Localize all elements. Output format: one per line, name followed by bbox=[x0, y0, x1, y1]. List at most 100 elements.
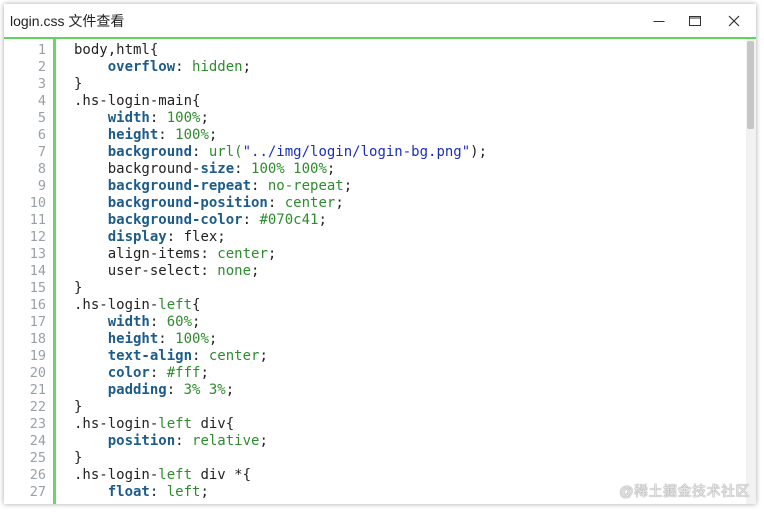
code-line[interactable]: .hs-login-left div *{ bbox=[74, 467, 487, 484]
code-token-punct: ; bbox=[200, 484, 209, 500]
code-line[interactable]: } bbox=[74, 450, 487, 467]
code-token-value: center bbox=[217, 246, 268, 262]
code-token-punct: ; bbox=[200, 110, 209, 126]
code-token-punct: : bbox=[192, 144, 209, 160]
line-number: 8 bbox=[37, 161, 46, 177]
minimize-button[interactable] bbox=[646, 9, 672, 33]
line-number: 26 bbox=[29, 467, 46, 483]
line-number: 23 bbox=[29, 416, 46, 432]
line-number: 19 bbox=[29, 348, 46, 364]
code-token-prop: background-color bbox=[107, 212, 243, 228]
line-number: 25 bbox=[29, 450, 46, 466]
code-line[interactable]: height: 100%; bbox=[74, 127, 487, 144]
code-token-punct: ; bbox=[259, 348, 268, 364]
code-token-punct: : bbox=[251, 178, 268, 194]
code-token-selector: .hs-login- bbox=[74, 416, 159, 432]
vertical-scrollbar[interactable] bbox=[746, 39, 756, 504]
code-line[interactable]: background-repeat: no-repeat; bbox=[74, 178, 487, 195]
code-token-prop: padding bbox=[107, 382, 167, 398]
code-editor[interactable]: 1 2 3 4 5 6 7 8 9 10 11 12 13 14 15 16 17 18 19 20 21 22 23 24 2… bbox=[4, 39, 756, 504]
code-token-punct: : bbox=[267, 195, 285, 211]
window-title: login.css 文件查看 bbox=[10, 13, 125, 29]
code-line[interactable]: align-items: center; bbox=[74, 246, 487, 263]
code-token-value: relative bbox=[192, 433, 260, 449]
line-number: 14 bbox=[29, 263, 46, 279]
code-token-punct: ; bbox=[267, 246, 277, 262]
minimize-icon bbox=[653, 21, 665, 22]
code-line[interactable]: color: #fff; bbox=[74, 365, 487, 382]
code-line[interactable]: } bbox=[74, 280, 487, 297]
code-token-punct: div{ bbox=[192, 416, 235, 432]
code-token-prop: float bbox=[107, 484, 150, 500]
maximize-icon bbox=[689, 16, 701, 26]
close-button[interactable] bbox=[721, 9, 747, 33]
code-line[interactable]: body,html{ bbox=[74, 42, 487, 59]
code-token-selector: .hs-login- bbox=[74, 297, 159, 313]
code-token-punct: ; bbox=[251, 263, 260, 279]
line-number: 24 bbox=[29, 433, 46, 449]
code-line[interactable]: .hs-login-left{ bbox=[74, 297, 487, 314]
line-number: 21 bbox=[29, 382, 46, 398]
code-line[interactable]: float: left; bbox=[74, 484, 487, 501]
line-number: 1 bbox=[37, 42, 46, 58]
code-line[interactable]: .hs-login-main{ bbox=[74, 93, 487, 110]
code-line[interactable]: .hs-login-left div{ bbox=[74, 416, 487, 433]
maximize-button[interactable] bbox=[682, 9, 708, 33]
code-line[interactable]: overflow: hidden; bbox=[74, 59, 487, 76]
code-token-prop: color bbox=[107, 365, 150, 381]
code-token-value: 60% bbox=[166, 314, 193, 330]
code-line[interactable]: width: 100%; bbox=[74, 110, 487, 127]
line-number: 10 bbox=[29, 195, 46, 211]
line-number: 12 bbox=[29, 229, 46, 245]
code-token-prop: size bbox=[200, 161, 235, 177]
line-number: 9 bbox=[37, 178, 46, 194]
code-token-selector: .hs-login- bbox=[74, 467, 159, 483]
code-line[interactable]: width: 60%; bbox=[74, 314, 487, 331]
code-token-value: #fff bbox=[166, 365, 201, 381]
code-line[interactable]: background-position: center; bbox=[74, 195, 487, 212]
code-line[interactable]: user-select: none; bbox=[74, 263, 487, 280]
code-token-value: center bbox=[284, 195, 336, 211]
code-line[interactable]: } bbox=[74, 76, 487, 93]
code-token-prop: height bbox=[107, 127, 159, 143]
code-token-value: hidden bbox=[192, 59, 243, 75]
code-line[interactable]: padding: 3% 3%; bbox=[74, 382, 487, 399]
code-token-prop: position bbox=[107, 433, 176, 449]
code-token-punct: : bbox=[149, 314, 167, 330]
code-line[interactable]: background-size: 100% 100%; bbox=[74, 161, 487, 178]
code-token-punct: div *{ bbox=[192, 467, 252, 483]
code-token-value: 3% 3% bbox=[183, 382, 226, 398]
code-line[interactable]: } bbox=[74, 399, 487, 416]
code-token-punct: : bbox=[158, 127, 176, 143]
code-token-value: url( bbox=[208, 144, 243, 160]
code-token-punct: : bbox=[158, 331, 176, 347]
code-token-value: left bbox=[158, 416, 193, 432]
scrollbar-thumb[interactable] bbox=[747, 41, 754, 129]
code-line[interactable]: display: flex; bbox=[74, 229, 487, 246]
code-token-punct: ); bbox=[470, 144, 488, 160]
code-token-punct: : bbox=[175, 59, 193, 75]
code-token-punct: ; bbox=[242, 59, 252, 75]
title-bar[interactable]: login.css 文件查看 bbox=[4, 4, 756, 37]
code-line[interactable]: position: relative; bbox=[74, 433, 487, 450]
code-token-value: center bbox=[208, 348, 260, 364]
code-token-punct: : bbox=[149, 110, 167, 126]
code-line[interactable]: height: 100%; bbox=[74, 331, 487, 348]
code-token-punct: : bbox=[242, 212, 260, 228]
code-line[interactable]: background: url("../img/login/login-bg.p… bbox=[74, 144, 487, 161]
code-token-punct: } bbox=[74, 76, 83, 92]
code-line[interactable]: text-align: center; bbox=[74, 348, 487, 365]
line-number: 22 bbox=[29, 399, 46, 415]
code-lines[interactable]: body,html{ overflow: hidden;} .hs-login-m… bbox=[74, 42, 487, 501]
code-token-value: 100% 100% bbox=[251, 161, 327, 177]
code-token-value: left bbox=[158, 297, 193, 313]
code-line[interactable]: background-color: #070c41; bbox=[74, 212, 487, 229]
